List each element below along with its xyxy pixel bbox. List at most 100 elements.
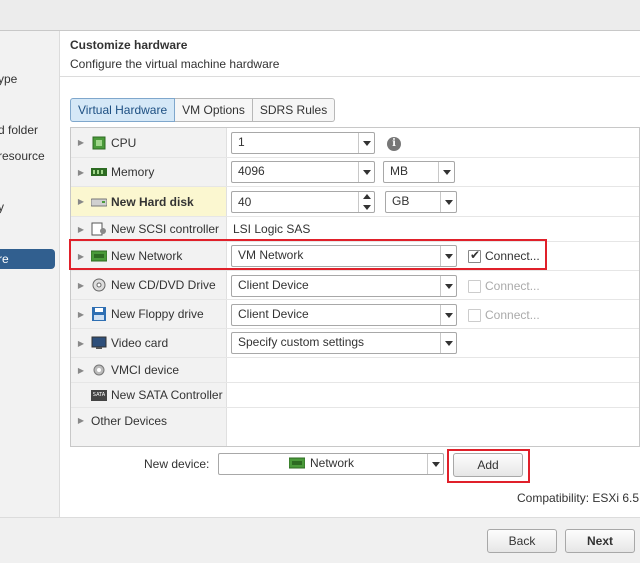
row-label[interactable]: SATA New SATA Controller	[71, 383, 227, 407]
chevron-down-icon[interactable]	[440, 333, 456, 353]
cd-dvd-value: Client Device	[238, 278, 309, 292]
memory-size-value: 4096	[238, 164, 265, 178]
expand-arrow-icon[interactable]: ▶	[71, 168, 91, 177]
chevron-up-icon[interactable]	[363, 194, 371, 199]
stepper-buttons[interactable]	[358, 192, 374, 212]
row-label[interactable]: ▶ CPU	[71, 128, 227, 157]
new-device-value: Network	[310, 456, 355, 470]
floppy-dropdown[interactable]: Client Device	[231, 304, 457, 326]
memory-size-input[interactable]: 4096	[231, 161, 375, 183]
hardware-row-vmci: ▶ VMCI device	[71, 358, 639, 383]
tab-sdrs-rules[interactable]: SDRS Rules	[252, 98, 336, 122]
hard-disk-unit-dropdown[interactable]: GB	[385, 191, 457, 213]
row-label[interactable]: ▶ Other Devices	[71, 408, 227, 433]
expand-arrow-icon[interactable]: ▶	[71, 366, 91, 375]
chevron-down-icon[interactable]	[440, 192, 456, 212]
hardware-row-cpu: ▶ CPU 1 i	[71, 128, 639, 158]
chevron-down-icon[interactable]	[358, 162, 374, 182]
next-button[interactable]: Next	[565, 529, 635, 553]
memory-label: Memory	[111, 165, 155, 179]
cd-dvd-connect-checkbox[interactable]	[468, 280, 481, 293]
vmci-gear-icon	[91, 363, 107, 377]
other-devices-label: Other Devices	[91, 413, 168, 428]
video-card-icon	[91, 336, 107, 350]
floppy-value: Client Device	[238, 307, 309, 321]
chevron-down-icon[interactable]	[427, 454, 443, 474]
header-divider	[60, 76, 640, 77]
chevron-down-icon[interactable]	[440, 305, 456, 325]
highlight-network-row	[69, 239, 547, 270]
window-title-bar	[0, 0, 640, 31]
wizard-step-resource[interactable]: resource	[0, 146, 60, 166]
chevron-down-icon[interactable]	[438, 162, 454, 182]
label-column-filler	[71, 433, 227, 446]
expand-arrow-icon[interactable]: ▶	[71, 310, 91, 319]
wizard-content: Customize hardware Configure the virtual…	[60, 31, 640, 517]
chevron-down-icon[interactable]	[440, 276, 456, 296]
row-label[interactable]: ▶ Memory	[71, 158, 227, 186]
info-icon[interactable]: i	[387, 137, 401, 151]
new-device-dropdown[interactable]: Network	[218, 453, 444, 475]
video-card-value: Specify custom settings	[238, 335, 365, 349]
wizard-step-type[interactable]: ype	[0, 69, 60, 89]
page-subtitle: Configure the virtual machine hardware	[70, 57, 280, 71]
sata-label: New SATA Controller	[111, 388, 223, 402]
back-button[interactable]: Back	[487, 529, 557, 553]
new-device-value-wrap: Network	[289, 456, 354, 470]
cpu-count-value: 1	[238, 135, 245, 149]
hardware-row-other-devices: ▶ Other Devices	[71, 408, 639, 433]
cpu-label: CPU	[111, 135, 137, 150]
memory-unit-value: MB	[390, 164, 408, 178]
hard-disk-unit-value: GB	[392, 194, 410, 208]
cd-dvd-dropdown[interactable]: Client Device	[231, 275, 457, 297]
cd-dvd-connect-label: Connect...	[485, 279, 540, 293]
virtual-hardware-table: ▶ CPU 1 i ▶ Memory 4096 MB ▶ New Hard di…	[70, 127, 640, 447]
add-device-button[interactable]: Add	[453, 453, 523, 477]
floppy-connect-checkbox[interactable]	[468, 309, 481, 322]
hardware-row-hard-disk: ▶ New Hard disk 40 GB	[71, 187, 639, 217]
wizard-step-compatibility[interactable]: y	[0, 197, 60, 217]
expand-arrow-icon[interactable]: ▶	[71, 197, 91, 206]
hardware-row-video-card: ▶ Video card Specify custom settings	[71, 329, 639, 358]
floppy-connect-label: Connect...	[485, 308, 540, 322]
floppy-label: New Floppy drive	[111, 307, 204, 321]
expand-arrow-icon[interactable]: ▶	[71, 225, 91, 234]
row-label[interactable]: ▶ VMCI device	[71, 358, 227, 382]
row-label[interactable]: ▶ Video card	[71, 329, 227, 357]
tab-vm-options[interactable]: VM Options	[175, 98, 253, 122]
row-label[interactable]: ▶ New Hard disk	[71, 187, 227, 216]
wizard-step-customize-hardware[interactable]: re	[0, 249, 55, 269]
hard-disk-size-stepper[interactable]: 40	[231, 191, 375, 213]
hardware-row-memory: ▶ Memory 4096 MB	[71, 158, 639, 187]
row-label[interactable]: ▶ New CD/DVD Drive	[71, 271, 227, 299]
tab-bar: Virtual Hardware VM Options SDRS Rules	[70, 98, 336, 122]
expand-arrow-icon[interactable]: ▶	[71, 281, 91, 290]
row-label[interactable]: ▶ New Floppy drive	[71, 300, 227, 328]
wizard-step-folder[interactable]: d folder	[0, 120, 60, 140]
scsi-controller-type: LSI Logic SAS	[233, 222, 311, 236]
expand-arrow-icon[interactable]: ▶	[71, 339, 91, 348]
chevron-down-icon[interactable]	[363, 205, 371, 210]
chevron-down-icon[interactable]	[358, 133, 374, 153]
memory-icon	[91, 165, 107, 179]
memory-unit-dropdown[interactable]: MB	[383, 161, 455, 183]
cd-dvd-label: New CD/DVD Drive	[111, 278, 216, 292]
row-label[interactable]: ▶ New SCSI controller	[71, 217, 227, 241]
hardware-row-floppy: ▶ New Floppy drive Client Device Connect…	[71, 300, 639, 329]
tab-virtual-hardware[interactable]: Virtual Hardware	[70, 98, 176, 122]
hardware-row-sata: SATA New SATA Controller	[71, 383, 639, 408]
sata-icon: SATA	[91, 389, 107, 401]
floppy-icon	[91, 307, 107, 321]
cpu-count-dropdown[interactable]: 1	[231, 132, 375, 154]
page-title: Customize hardware	[70, 38, 188, 52]
cpu-icon	[91, 136, 107, 150]
hard-disk-size-value: 40	[238, 195, 252, 209]
hardware-row-cd-dvd: ▶ New CD/DVD Drive Client Device Connect…	[71, 271, 639, 300]
cd-dvd-icon	[91, 278, 107, 292]
expand-arrow-icon[interactable]: ▶	[71, 416, 91, 425]
video-card-dropdown[interactable]: Specify custom settings	[231, 332, 457, 354]
new-device-label: New device:	[144, 457, 210, 471]
expand-arrow-icon[interactable]: ▶	[71, 138, 91, 147]
compatibility-label: Compatibility: ESXi 6.5	[517, 491, 640, 505]
wizard-steps-sidebar: ype d folder resource y re	[0, 31, 60, 517]
